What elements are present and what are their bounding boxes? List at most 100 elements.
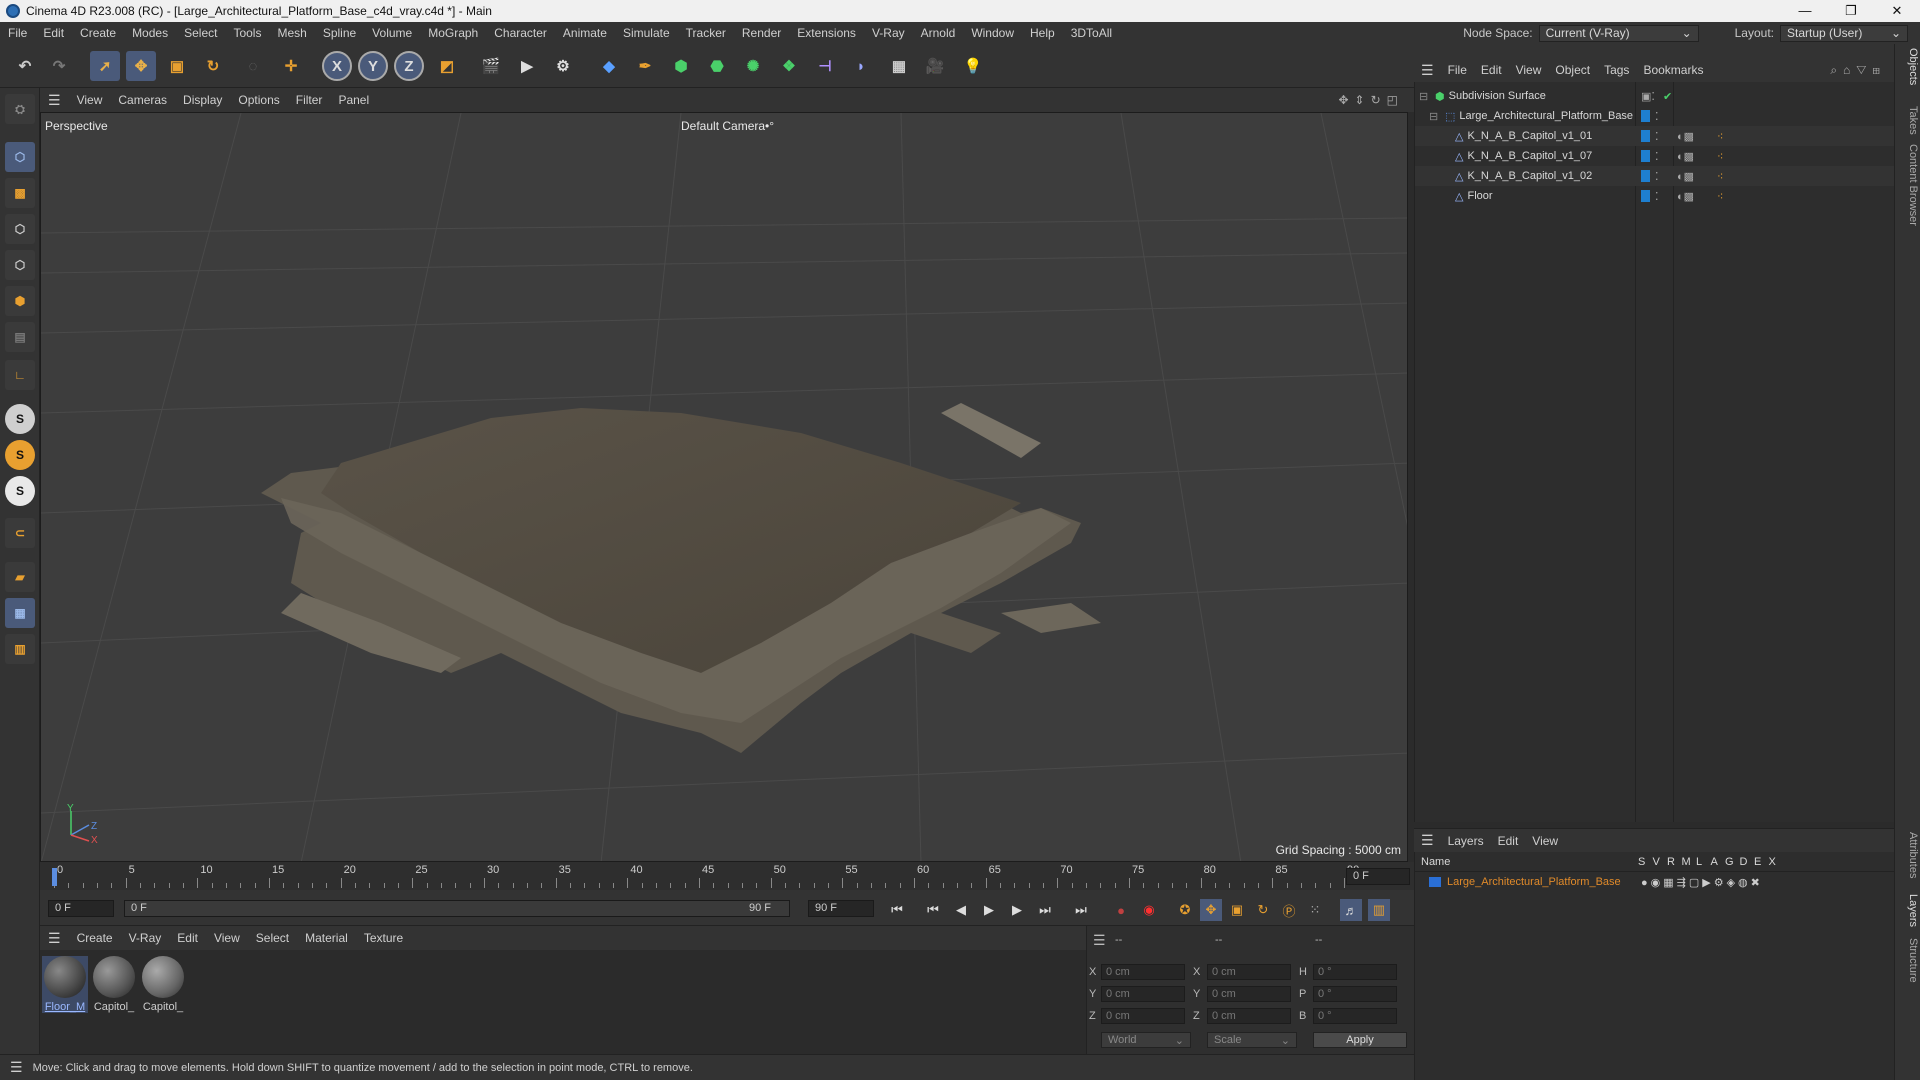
- pen-spline-button[interactable]: ✒: [630, 51, 660, 81]
- material-menu-vray[interactable]: V-Ray: [121, 931, 170, 945]
- viewport-menu-display[interactable]: Display: [175, 93, 230, 107]
- floor-button[interactable]: ▦: [884, 51, 914, 81]
- collapse-icon[interactable]: ⊟: [1429, 110, 1441, 123]
- rotation-key-button[interactable]: ↻: [1252, 899, 1274, 921]
- rot-h-field[interactable]: 0 °: [1313, 964, 1397, 980]
- material-menu-view[interactable]: View: [206, 931, 248, 945]
- tab-content-browser[interactable]: Content Browser: [1897, 144, 1919, 226]
- object-row[interactable]: △ K_N_A_B_Capitol_v1_07 ⁚ ◐▩ ⁖: [1415, 146, 1895, 166]
- hamburger-icon[interactable]: ☰: [1093, 932, 1106, 949]
- live-selection-button[interactable]: ◌: [238, 51, 268, 81]
- pos-x-field[interactable]: 0 cm: [1101, 964, 1185, 980]
- current-frame-field[interactable]: 0 F: [1346, 868, 1410, 885]
- layer-color-tag[interactable]: [1641, 170, 1650, 182]
- uvw-tag-icon[interactable]: ⁖: [1717, 130, 1723, 143]
- menu-select[interactable]: Select: [176, 26, 225, 40]
- menu-render[interactable]: Render: [734, 26, 789, 40]
- menu-spline[interactable]: Spline: [315, 26, 364, 40]
- object-row[interactable]: △ K_N_A_B_Capitol_v1_02 ⁚ ◐▩ ⁖: [1415, 166, 1895, 186]
- material-swatch[interactable]: Floor_M: [42, 956, 88, 1013]
- timeline-ruler[interactable]: 051015202530354045505560657075808590 0 F: [40, 862, 1414, 890]
- layer-color-tag[interactable]: [1641, 110, 1650, 122]
- layer-color-tag[interactable]: [1641, 130, 1650, 142]
- select-tool-button[interactable]: ➚: [90, 51, 120, 81]
- deformer-button[interactable]: ⊣: [810, 51, 840, 81]
- next-key-button[interactable]: ⏭: [1034, 899, 1056, 921]
- menu-character[interactable]: Character: [486, 26, 555, 40]
- menu-tracker[interactable]: Tracker: [678, 26, 734, 40]
- pos-z-field[interactable]: 0 cm: [1101, 1008, 1185, 1024]
- hamburger-icon[interactable]: ☰: [40, 92, 69, 109]
- menu-volume[interactable]: Volume: [364, 26, 420, 40]
- point-level-key-button[interactable]: ⁙: [1304, 899, 1326, 921]
- layer-row[interactable]: Large_Architectural_Platform_Base ●◉▦⇶▢▶…: [1415, 872, 1895, 892]
- material-tags-icon[interactable]: ◐▩: [1677, 150, 1694, 163]
- hamburger-icon[interactable]: ☰: [1414, 62, 1441, 79]
- material-menu-create[interactable]: Create: [69, 931, 121, 945]
- objects-menu-object[interactable]: Object: [1548, 63, 1597, 77]
- tab-takes[interactable]: Takes: [1897, 106, 1919, 135]
- maximize-button[interactable]: ❐: [1828, 3, 1874, 19]
- mograph-button[interactable]: ❖: [774, 51, 804, 81]
- record-button[interactable]: ●: [1110, 899, 1132, 921]
- minimize-button[interactable]: —: [1782, 3, 1828, 19]
- menu-edit[interactable]: Edit: [35, 26, 72, 40]
- object-row[interactable]: △ K_N_A_B_Capitol_v1_01 ⁚ ◐▩ ⁖: [1415, 126, 1895, 146]
- 3d-viewport[interactable]: Perspective Default Camera•° Grid Spacin…: [40, 112, 1408, 862]
- tab-objects[interactable]: Objects: [1897, 48, 1919, 85]
- snap-button-2[interactable]: S: [5, 440, 35, 470]
- make-editable-button[interactable]: ⛭: [5, 94, 35, 124]
- material-menu-texture[interactable]: Texture: [356, 931, 411, 945]
- menu-file[interactable]: File: [0, 26, 35, 40]
- tab-attributes[interactable]: Attributes: [1897, 832, 1919, 878]
- menu-modes[interactable]: Modes: [124, 26, 176, 40]
- collapse-icon[interactable]: ⊟: [1419, 90, 1431, 103]
- auto-key-button[interactable]: ◉: [1138, 899, 1160, 921]
- axis-x-button[interactable]: X: [322, 51, 352, 81]
- material-tags-icon[interactable]: ◐▩: [1677, 170, 1694, 183]
- visibility-dots-icon[interactable]: ⁚: [1655, 130, 1659, 143]
- visibility-dots-icon[interactable]: ⁚: [1655, 110, 1659, 123]
- undo-button[interactable]: ↶: [10, 51, 40, 81]
- magnet-button[interactable]: ⊂: [5, 518, 35, 548]
- layer-color-swatch[interactable]: [1429, 877, 1441, 887]
- material-swatch[interactable]: Capitol_: [140, 956, 186, 1013]
- size-z-field[interactable]: 0 cm: [1207, 1008, 1291, 1024]
- playhead[interactable]: [52, 868, 57, 886]
- rot-b-field[interactable]: 0 °: [1313, 1008, 1397, 1024]
- objects-menu-edit[interactable]: Edit: [1474, 63, 1509, 77]
- menu-help[interactable]: Help: [1022, 26, 1063, 40]
- menu-arnold[interactable]: Arnold: [913, 26, 964, 40]
- menu-3dtoall[interactable]: 3DToAll: [1063, 26, 1120, 40]
- apply-button[interactable]: Apply: [1313, 1032, 1407, 1048]
- move-tool-button[interactable]: ✥: [126, 51, 156, 81]
- cube-object-button[interactable]: ◆: [594, 51, 624, 81]
- pos-y-field[interactable]: 0 cm: [1101, 986, 1185, 1002]
- menu-extensions[interactable]: Extensions: [789, 26, 864, 40]
- position-key-button[interactable]: ✥: [1200, 899, 1222, 921]
- size-y-field[interactable]: 0 cm: [1207, 986, 1291, 1002]
- uvw-tag-icon[interactable]: ⁖: [1717, 190, 1723, 203]
- layers-menu-edit[interactable]: Edit: [1491, 834, 1526, 848]
- uv-mode-button[interactable]: ▤: [5, 322, 35, 352]
- viewport-navigation-icons[interactable]: ✥⇕↻◰: [1338, 93, 1414, 107]
- material-swatch[interactable]: Capitol_: [91, 956, 137, 1013]
- menu-simulate[interactable]: Simulate: [615, 26, 678, 40]
- size-mode-dropdown[interactable]: Scale ⌄: [1207, 1032, 1297, 1048]
- visibility-dots-icon[interactable]: ⁚: [1655, 190, 1659, 203]
- objects-menu-tags[interactable]: Tags: [1597, 63, 1636, 77]
- object-row[interactable]: ⊟ ⬚ Large_Architectural_Platform_Base ⁚: [1415, 106, 1895, 126]
- layer-color-tag[interactable]: [1641, 150, 1650, 162]
- go-to-end-button[interactable]: ⏭: [1070, 899, 1092, 921]
- hamburger-icon[interactable]: ☰: [40, 930, 69, 947]
- viewport-menu-filter[interactable]: Filter: [288, 93, 331, 107]
- viewport-menu-view[interactable]: View: [69, 93, 111, 107]
- transform-tool-button[interactable]: ✛: [276, 51, 306, 81]
- texture-mode-button[interactable]: ▩: [5, 178, 35, 208]
- visibility-dots-icon[interactable]: ⁚: [1655, 150, 1659, 163]
- go-to-start-button[interactable]: ⏮: [886, 899, 908, 921]
- viewport-menu-panel[interactable]: Panel: [330, 93, 377, 107]
- scale-tool-button[interactable]: ▣: [162, 51, 192, 81]
- workplane-button[interactable]: ▰: [5, 562, 35, 592]
- layers-menu-layers[interactable]: Layers: [1441, 834, 1491, 848]
